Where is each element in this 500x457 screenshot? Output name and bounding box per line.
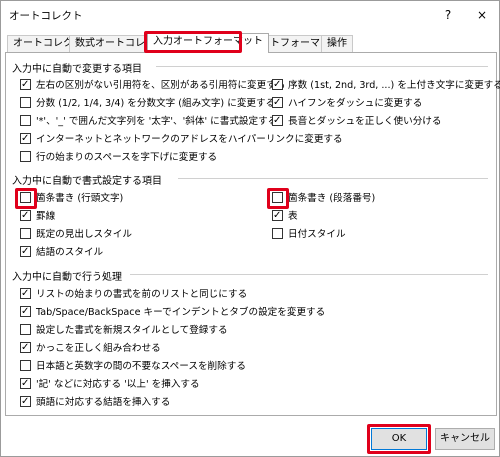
options-panel: 入力中に自動で変更する項目 左右の区別がない引用符を、区別がある引用符に変更する… xyxy=(5,52,500,416)
option-ordinals[interactable]: 序数 (1st, 2nd, 3rd, ...) を上付き文字に変更する xyxy=(272,79,500,93)
option-hyphens-dashes[interactable]: ハイフンをダッシュに変更する xyxy=(272,97,422,111)
checkbox[interactable] xyxy=(20,228,31,239)
bulleted-highlight-box xyxy=(15,188,37,209)
checkbox[interactable] xyxy=(20,342,31,353)
help-icon[interactable]: ? xyxy=(437,5,459,25)
section-divider xyxy=(156,66,488,67)
checkbox[interactable] xyxy=(20,324,31,335)
option-define-styles[interactable]: 設定した書式を新規スタイルとして登録する xyxy=(20,324,228,338)
option-remove-spaces[interactable]: 日本語と英数字の間の不要なスペースを削除する xyxy=(20,360,246,374)
checkbox[interactable] xyxy=(20,378,31,389)
tab-actions[interactable]: 操作 xyxy=(321,35,353,52)
numbered-highlight-box xyxy=(267,188,289,209)
window-title: オートコレクト xyxy=(9,10,83,22)
cancel-button[interactable]: キャンセル xyxy=(435,428,495,450)
checkbox[interactable] xyxy=(20,396,31,407)
close-icon[interactable]: × xyxy=(471,5,493,25)
section-divider xyxy=(178,178,488,179)
checkbox[interactable] xyxy=(20,246,31,257)
tab-highlight-box xyxy=(144,31,242,53)
checkbox[interactable] xyxy=(20,115,31,126)
option-date-style[interactable]: 日付スタイル xyxy=(272,228,346,242)
option-insert-ijo[interactable]: '記' などに対応する '以上' を挿入する xyxy=(20,378,200,392)
checkbox[interactable] xyxy=(20,79,31,90)
section-replace-title: 入力中に自動で変更する項目 xyxy=(12,64,142,75)
option-match-parentheses[interactable]: かっこを正しく組み合わせる xyxy=(20,342,161,356)
checkbox[interactable] xyxy=(20,133,31,144)
option-heading-styles[interactable]: 既定の見出しスタイル xyxy=(20,228,132,242)
checkbox[interactable] xyxy=(20,97,31,108)
option-fractions[interactable]: 分数 (1/2, 1/4, 3/4) を分数文字 (組み文字) に変更する xyxy=(20,97,275,111)
checkbox[interactable] xyxy=(20,306,31,317)
option-long-vowel-dash[interactable]: 長音とダッシュを正しく使い分ける xyxy=(272,115,442,129)
section-actions-title: 入力中に自動で行う処理 xyxy=(12,272,122,283)
option-tab-indent[interactable]: Tab/Space/BackSpace キーでインデントとタブの設定を変更する xyxy=(20,306,325,320)
section-divider xyxy=(130,274,488,275)
checkbox[interactable] xyxy=(20,210,31,221)
option-hyperlinks[interactable]: インターネットとネットワークのアドレスをハイパーリンクに変更する xyxy=(20,133,343,147)
checkbox[interactable] xyxy=(20,360,31,371)
checkbox[interactable] xyxy=(20,288,31,299)
checkbox[interactable] xyxy=(272,228,283,239)
option-indent-spaces[interactable]: 行の始まりのスペースを字下げに変更する xyxy=(20,151,217,165)
checkbox[interactable] xyxy=(272,97,283,108)
option-insert-closing[interactable]: 頭語に対応する結語を挿入する xyxy=(20,396,170,410)
section-format-title: 入力中に自動で書式設定する項目 xyxy=(12,176,162,187)
ok-highlight-box xyxy=(367,424,431,454)
checkbox[interactable] xyxy=(272,79,283,90)
checkbox[interactable] xyxy=(20,151,31,162)
option-borders[interactable]: 罫線 xyxy=(20,210,55,224)
option-tables[interactable]: 表 xyxy=(272,210,298,224)
option-bold-italic[interactable]: '*'、'_' で囲んだ文字列を '太字'、'斜体' に書式設定する xyxy=(20,115,277,129)
title-bar: オートコレクト ? × xyxy=(1,1,499,29)
option-smart-quotes[interactable]: 左右の区別がない引用符を、区別がある引用符に変更する xyxy=(20,79,285,93)
checkbox[interactable] xyxy=(272,210,283,221)
option-list-format[interactable]: リストの始まりの書式を前のリストと同じにする xyxy=(20,288,247,302)
autocorrect-dialog: オートコレクト ? × オートコレクト 数式オートコレクト 入力オートフォーマッ… xyxy=(0,0,500,457)
option-closing-style[interactable]: 結語のスタイル xyxy=(20,246,103,260)
tab-strip: オートコレクト 数式オートコレクト 入力オートフォーマット オートフォーマット … xyxy=(1,33,499,53)
checkbox[interactable] xyxy=(272,115,283,126)
